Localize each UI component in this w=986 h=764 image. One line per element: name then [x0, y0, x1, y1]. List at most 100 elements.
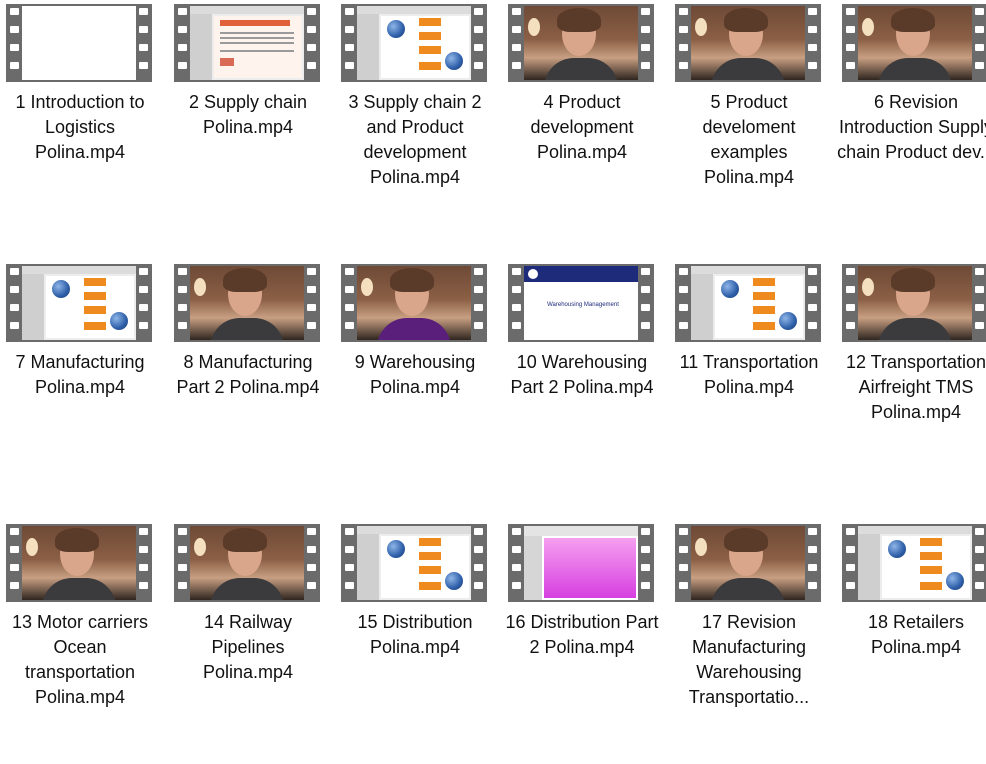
- file-item[interactable]: 15 Distribution Polina.mp4: [335, 524, 495, 764]
- file-item[interactable]: 11 Transportation Polina.mp4: [669, 264, 829, 504]
- file-item[interactable]: Warehousing Management 10 Warehousing Par…: [502, 264, 662, 504]
- file-item[interactable]: 12 Transportation Airfreight TMS Polina.…: [836, 264, 986, 504]
- video-file-icon[interactable]: [341, 264, 487, 342]
- slide-toolbar: [691, 266, 805, 274]
- flow-box: [753, 278, 775, 286]
- sprocket-hole: [139, 546, 148, 553]
- file-name: 2 Supply chain Polina.mp4: [188, 92, 308, 137]
- file-item[interactable]: 3 Supply chain 2 and Product development…: [335, 4, 495, 244]
- sprocket-hole: [10, 268, 19, 275]
- file-item[interactable]: 16 Distribution Part 2 Polina.mp4: [502, 524, 662, 764]
- file-item[interactable]: 1 Introduction to Logistics Polina.mp4: [0, 4, 160, 244]
- sprocket-hole: [178, 44, 187, 51]
- video-file-icon[interactable]: [842, 4, 986, 82]
- video-file-icon[interactable]: [6, 524, 152, 602]
- sprocket-hole: [679, 44, 688, 51]
- file-name: 17 Revision Manufacturing Warehousing Tr…: [688, 612, 810, 707]
- thumbnail-frame: [691, 526, 805, 600]
- globe-icon: [888, 540, 906, 558]
- file-name: 14 Railway Pipelines Polina.mp4: [202, 612, 294, 682]
- sprocket-hole: [139, 582, 148, 589]
- presenter-hair: [557, 8, 601, 32]
- file-item[interactable]: 2 Supply chain Polina.mp4: [168, 4, 328, 244]
- presenter-body: [711, 58, 785, 80]
- thumbnail-frame: [858, 526, 972, 600]
- sprocket-hole: [641, 564, 650, 571]
- sprocket-hole: [846, 528, 855, 535]
- file-item[interactable]: 18 Retailers Polina.mp4: [836, 524, 986, 764]
- video-file-icon[interactable]: [174, 264, 320, 342]
- thumbnail-frame: [691, 266, 805, 340]
- sprocket-hole: [139, 8, 148, 15]
- slide-panel: [357, 534, 379, 600]
- video-file-icon[interactable]: [174, 4, 320, 82]
- sprocket-hole: [846, 564, 855, 571]
- sprocket-hole: [679, 564, 688, 571]
- sprocket-hole: [139, 26, 148, 33]
- video-file-icon[interactable]: [341, 4, 487, 82]
- sprocket-hole: [641, 322, 650, 329]
- slide-toolbar: [22, 266, 136, 274]
- sprocket-hole: [846, 582, 855, 589]
- file-item[interactable]: 9 Warehousing Polina.mp4: [335, 264, 495, 504]
- sprocket-hole: [512, 8, 521, 15]
- presenter-hair: [223, 268, 267, 292]
- sprocket-hole: [178, 564, 187, 571]
- sprocket-hole: [975, 26, 984, 33]
- file-item[interactable]: 13 Motor carriers Ocean transportation P…: [0, 524, 160, 764]
- lamp-shape: [194, 538, 206, 556]
- sprocket-hole: [846, 26, 855, 33]
- thumbnail-frame: [190, 6, 304, 80]
- globe-icon: [387, 20, 405, 38]
- sprocket-hole: [307, 62, 316, 69]
- sprocket-hole: [641, 268, 650, 275]
- sprocket-hole: [846, 304, 855, 311]
- video-file-icon[interactable]: Warehousing Management: [508, 264, 654, 342]
- thumbnail-frame: [858, 266, 972, 340]
- sprocket-hole: [178, 322, 187, 329]
- file-item[interactable]: 4 Product development Polina.mp4: [502, 4, 662, 244]
- sprocket-hole: [307, 582, 316, 589]
- file-item[interactable]: 6 Revision Introduction Supply chain Pro…: [836, 4, 986, 244]
- presenter-body: [711, 578, 785, 600]
- video-file-icon[interactable]: [6, 4, 152, 82]
- flow-box: [419, 62, 441, 70]
- sprocket-hole: [512, 286, 521, 293]
- sprocket-hole: [10, 546, 19, 553]
- sprocket-hole: [679, 304, 688, 311]
- file-item[interactable]: 17 Revision Manufacturing Warehousing Tr…: [669, 524, 829, 764]
- video-file-icon[interactable]: [675, 264, 821, 342]
- video-file-icon[interactable]: [842, 264, 986, 342]
- video-file-icon[interactable]: [675, 524, 821, 602]
- presenter-hair: [223, 528, 267, 552]
- file-item[interactable]: 7 Manufacturing Polina.mp4: [0, 264, 160, 504]
- presenter-body: [42, 578, 116, 600]
- flow-box: [753, 292, 775, 300]
- thumbnail-frame: [357, 6, 471, 80]
- sprocket-hole: [474, 564, 483, 571]
- globe-icon: [946, 572, 964, 590]
- video-file-icon[interactable]: [6, 264, 152, 342]
- sprocket-hole: [512, 62, 521, 69]
- video-file-icon[interactable]: [341, 524, 487, 602]
- video-file-icon[interactable]: [508, 4, 654, 82]
- video-file-icon[interactable]: [174, 524, 320, 602]
- sprocket-hole: [307, 44, 316, 51]
- file-item[interactable]: 14 Railway Pipelines Polina.mp4: [168, 524, 328, 764]
- film-strip: [174, 264, 320, 342]
- file-item[interactable]: 8 Manufacturing Part 2 Polina.mp4: [168, 264, 328, 504]
- sprocket-hole: [641, 44, 650, 51]
- video-file-icon[interactable]: [508, 524, 654, 602]
- sprocket-hole: [139, 286, 148, 293]
- video-file-icon[interactable]: [842, 524, 986, 602]
- text-line: [220, 32, 294, 34]
- lamp-shape: [695, 538, 707, 556]
- sprocket-hole: [474, 546, 483, 553]
- file-item[interactable]: 5 Product develoment examples Polina.mp4: [669, 4, 829, 244]
- video-file-icon[interactable]: [675, 4, 821, 82]
- thumbnail-frame: [190, 266, 304, 340]
- file-name: 11 Transportation Polina.mp4: [679, 352, 819, 397]
- flow-box: [920, 566, 942, 574]
- sprocket-hole: [345, 8, 354, 15]
- file-name: 16 Distribution Part 2 Polina.mp4: [505, 612, 659, 657]
